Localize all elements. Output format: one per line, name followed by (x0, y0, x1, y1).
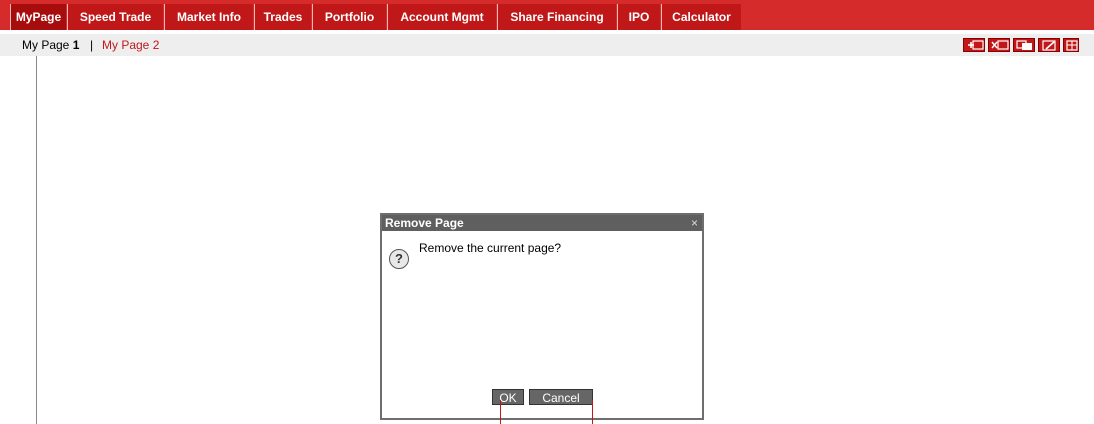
question-icon: ? (389, 249, 409, 269)
tab-calculator[interactable]: Calculator (661, 4, 741, 30)
tab-speed-trade[interactable]: Speed Trade (67, 4, 163, 30)
remove-page-icon[interactable] (988, 38, 1010, 52)
content-border (36, 56, 37, 424)
dialog-message: Remove the current page? (419, 241, 562, 255)
layout-icon[interactable] (1063, 38, 1079, 52)
cancel-button[interactable]: Cancel (529, 389, 593, 405)
tab-market-info[interactable]: Market Info (164, 4, 253, 30)
edit-page-icon[interactable] (1038, 38, 1060, 52)
add-page-icon[interactable] (963, 38, 985, 52)
page-separator: | (90, 38, 94, 52)
page-switcher-bar: My Page 1 | My Page 2 (0, 34, 1094, 56)
ok-button[interactable]: OK (492, 389, 524, 405)
copy-page-icon[interactable] (1013, 38, 1035, 52)
close-icon[interactable]: × (691, 215, 698, 231)
tab-account-mgmt[interactable]: Account Mgmt (387, 4, 496, 30)
remove-page-dialog: Remove Page × ? Remove the current page?… (380, 213, 704, 420)
tab-share-financing[interactable]: Share Financing (497, 4, 616, 30)
ok-pointer-line (500, 400, 501, 424)
top-nav-bar: MyPage Speed Trade Market Info Trades Po… (0, 0, 1094, 30)
tab-trades[interactable]: Trades (254, 4, 311, 30)
my-page-2-link[interactable]: My Page 2 (102, 38, 159, 52)
cancel-pointer-line (592, 400, 593, 424)
my-page-1-link[interactable]: My Page 1 (22, 38, 79, 52)
tab-mypage[interactable]: MyPage (10, 4, 66, 30)
tab-ipo[interactable]: IPO (617, 4, 660, 30)
tab-portfolio[interactable]: Portfolio (312, 4, 386, 30)
dialog-title: Remove Page (382, 215, 702, 231)
